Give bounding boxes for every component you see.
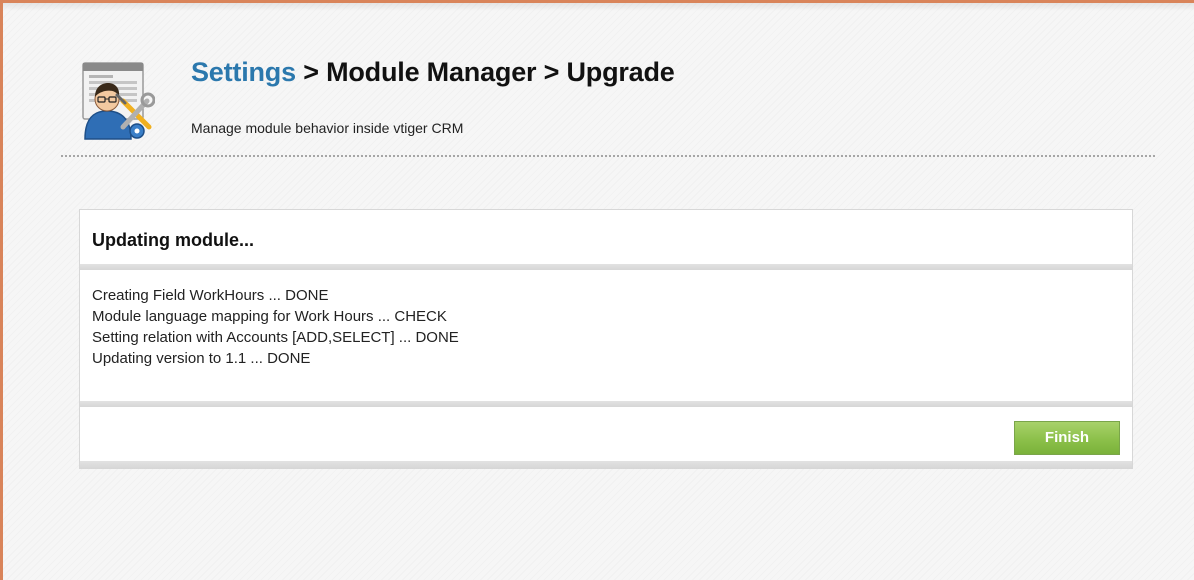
- header-divider: [61, 155, 1155, 157]
- log-line: Updating version to 1.1 ... DONE: [92, 350, 311, 367]
- page-subtitle: Manage module behavior inside vtiger CRM: [191, 120, 464, 136]
- panel-separator: [80, 401, 1132, 407]
- page-frame: Settings > Module Manager > Upgrade Mana…: [0, 0, 1194, 580]
- log-line: Setting relation with Accounts [ADD,SELE…: [92, 329, 459, 346]
- breadcrumb-settings-link[interactable]: Settings: [191, 57, 296, 87]
- settings-tools-user-icon: [82, 62, 155, 140]
- log-line: Module language mapping for Work Hours .…: [92, 308, 447, 325]
- panel-footer-band: [80, 461, 1132, 469]
- update-panel: Updating module... Creating Field WorkHo…: [79, 209, 1133, 469]
- update-log: Creating Field WorkHours ... DONE Module…: [92, 285, 459, 369]
- top-shadow: [3, 3, 1194, 11]
- log-line: Creating Field WorkHours ... DONE: [92, 287, 329, 304]
- panel-separator: [80, 264, 1132, 270]
- breadcrumb-rest: > Module Manager > Upgrade: [295, 57, 675, 87]
- finish-button[interactable]: Finish: [1014, 421, 1120, 455]
- page-title: Settings > Module Manager > Upgrade: [191, 57, 675, 88]
- panel-title: Updating module...: [92, 230, 254, 250]
